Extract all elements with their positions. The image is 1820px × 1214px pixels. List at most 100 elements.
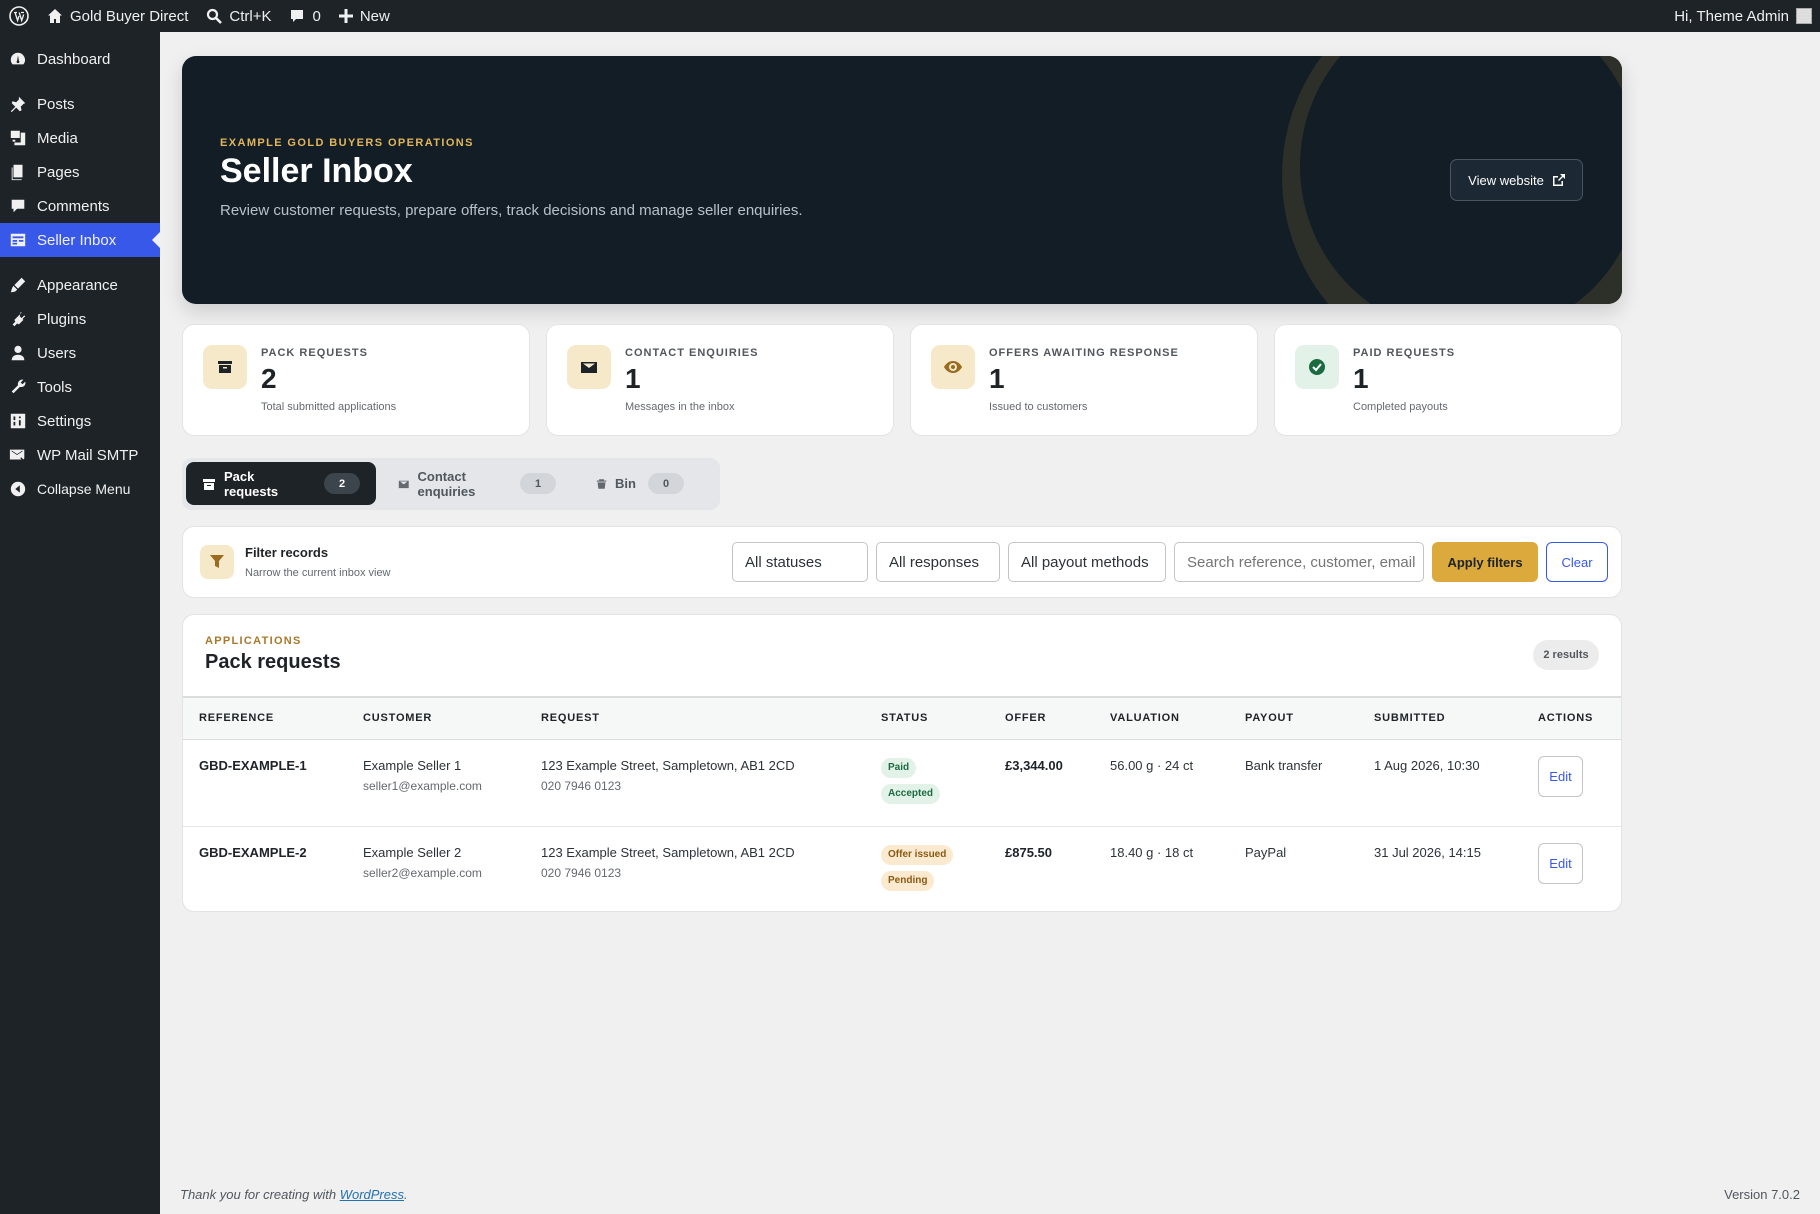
sidebar-item-label: Media [37, 129, 78, 147]
table-row[interactable]: GBD-EXAMPLE-2 Example Seller 2 seller2@ex… [183, 826, 1621, 911]
pack-requests-card: APPLICATIONS Pack requests 2 results REF… [182, 614, 1622, 912]
stat-card-pack-requests: PACK REQUESTS 2 Total submitted applicat… [182, 324, 530, 436]
settings-icon [10, 413, 26, 429]
stat-value: 1 [989, 363, 1005, 394]
sidebar-item-dashboard[interactable]: Dashboard [0, 42, 160, 76]
edit-button[interactable]: Edit [1538, 755, 1583, 797]
customer-name: Example Seller 2 [363, 844, 462, 860]
dashboard-icon [10, 52, 25, 65]
status-select[interactable]: All statuses [732, 542, 868, 582]
column-header[interactable]: SUBMITTED [1358, 696, 1522, 740]
admin-bar: Gold Buyer Direct Ctrl+K 0 New Hi, Theme… [0, 0, 1820, 32]
home-icon [48, 9, 62, 23]
check-circle-icon [1295, 345, 1339, 389]
column-header[interactable]: OFFER [989, 696, 1094, 740]
status-cell: Paid Accepted [865, 739, 989, 827]
table-row[interactable]: GBD-EXAMPLE-1 Example Seller 1 seller1@ex… [183, 739, 1621, 827]
search-input[interactable] [1174, 542, 1424, 582]
clear-filters-button[interactable]: Clear [1546, 542, 1608, 582]
stat-label: OFFERS AWAITING RESPONSE [989, 347, 1179, 359]
column-header[interactable]: STATUS [865, 696, 989, 740]
sidebar-item-label: Seller Inbox [37, 231, 117, 249]
archive-icon [202, 478, 215, 490]
request-phone: 020 7946 0123 [541, 865, 622, 880]
column-header[interactable]: VALUATION [1094, 696, 1229, 740]
payout-cell: PayPal [1245, 844, 1287, 860]
tab-count: 1 [520, 473, 556, 494]
sidebar-item-comments[interactable]: Comments [0, 189, 160, 223]
command-search-button[interactable]: Ctrl+K [197, 0, 280, 32]
offer-cell: £875.50 [1005, 844, 1052, 860]
sidebar-item-wp-mail-smtp[interactable]: WP Mail SMTP [0, 438, 160, 472]
status-badge: Paid [881, 757, 917, 778]
sidebar-item-seller-inbox[interactable]: Seller Inbox [0, 223, 160, 257]
site-name-link[interactable]: Gold Buyer Direct [38, 0, 197, 32]
stat-note: Messages in the inbox [625, 401, 735, 413]
search-shortcut: Ctrl+K [229, 7, 272, 25]
sidebar-item-users[interactable]: Users [0, 336, 160, 370]
column-header[interactable]: REFERENCE [183, 696, 347, 740]
tab-bin[interactable]: Bin 0 [580, 462, 700, 505]
funnel-icon [200, 545, 234, 579]
sidebar-item-tools[interactable]: Tools [0, 370, 160, 404]
wordpress-link[interactable]: WordPress [340, 1187, 404, 1202]
stat-note: Issued to customers [989, 401, 1088, 413]
payout-select[interactable]: All payout methods [1008, 542, 1166, 582]
tab-label: Bin [615, 476, 636, 491]
inbox-tabs: Pack requests 2 Contact enquiries 1 Bin … [182, 458, 720, 510]
brush-icon [10, 277, 26, 293]
envelope-icon [567, 345, 611, 389]
sidebar-item-label: Comments [37, 197, 110, 215]
card-title: Pack requests [205, 651, 341, 673]
sidebar-item-settings[interactable]: Settings [0, 404, 160, 438]
stat-label: CONTACT ENQUIRIES [625, 347, 759, 359]
wordpress-logo-icon[interactable] [0, 0, 38, 32]
hero-banner: EXAMPLE GOLD BUYERS OPERATIONS Seller In… [182, 56, 1622, 304]
hero-subtitle: Review customer requests, prepare offers… [220, 202, 803, 219]
sidebar-item-label: Plugins [37, 310, 87, 328]
request-phone: 020 7946 0123 [541, 778, 622, 793]
sidebar-item-label: WP Mail SMTP [37, 446, 139, 464]
column-header[interactable]: CUSTOMER [347, 696, 525, 740]
column-header[interactable]: REQUEST [525, 696, 865, 740]
filter-subtitle: Narrow the current inbox view [245, 567, 391, 579]
envelope-icon [398, 480, 409, 488]
column-header[interactable]: ACTIONS [1522, 696, 1621, 740]
customer-cell: Example Seller 1 seller1@example.com [347, 739, 525, 827]
sidebar-item-plugins[interactable]: Plugins [0, 302, 160, 336]
site-name: Gold Buyer Direct [70, 7, 189, 25]
comments-link[interactable]: 0 [280, 0, 329, 32]
sidebar-item-posts[interactable]: Posts [0, 87, 160, 121]
edit-button[interactable]: Edit [1538, 842, 1583, 884]
tab-contact-enquiries[interactable]: Contact enquiries 1 [382, 462, 572, 505]
response-select[interactable]: All responses [876, 542, 1000, 582]
request-cell: 123 Example Street, Sampletown, AB1 2CD 0… [525, 826, 865, 911]
admin-sidebar: Dashboard Posts Media Pages Comments Sel… [0, 32, 160, 1214]
sidebar-item-appearance[interactable]: Appearance [0, 268, 160, 302]
tab-pack-requests[interactable]: Pack requests 2 [186, 462, 376, 505]
main-content: EXAMPLE GOLD BUYERS OPERATIONS Seller In… [160, 32, 1820, 1214]
collapse-menu-button[interactable]: Collapse Menu [0, 472, 160, 506]
sidebar-item-label: Users [37, 344, 77, 362]
sidebar-item-pages[interactable]: Pages [0, 155, 160, 189]
search-icon [207, 8, 223, 24]
status-badge: Offer issued [881, 844, 954, 865]
new-content-menu[interactable]: New [330, 0, 399, 32]
stat-value: 2 [261, 363, 277, 394]
view-website-button[interactable]: View website [1450, 159, 1583, 201]
hero-eyebrow: EXAMPLE GOLD BUYERS OPERATIONS [220, 137, 474, 149]
account-menu[interactable]: Hi, Theme Admin [1665, 0, 1820, 32]
payout-cell: Bank transfer [1229, 739, 1358, 827]
view-website-label: View website [1468, 172, 1544, 188]
pin-icon [10, 96, 26, 113]
sidebar-item-label: Collapse Menu [37, 481, 131, 497]
sidebar-item-label: Appearance [37, 276, 118, 294]
stat-card-offers-awaiting: OFFERS AWAITING RESPONSE 1 Issued to cus… [910, 324, 1258, 436]
column-header[interactable]: PAYOUT [1229, 696, 1358, 740]
stat-value: 1 [625, 363, 641, 394]
request-address: 123 Example Street, Sampletown, AB1 2CD [541, 757, 795, 773]
avatar [1796, 8, 1812, 24]
pages-icon [11, 164, 23, 181]
sidebar-item-media[interactable]: Media [0, 121, 160, 155]
apply-filters-button[interactable]: Apply filters [1432, 542, 1538, 582]
